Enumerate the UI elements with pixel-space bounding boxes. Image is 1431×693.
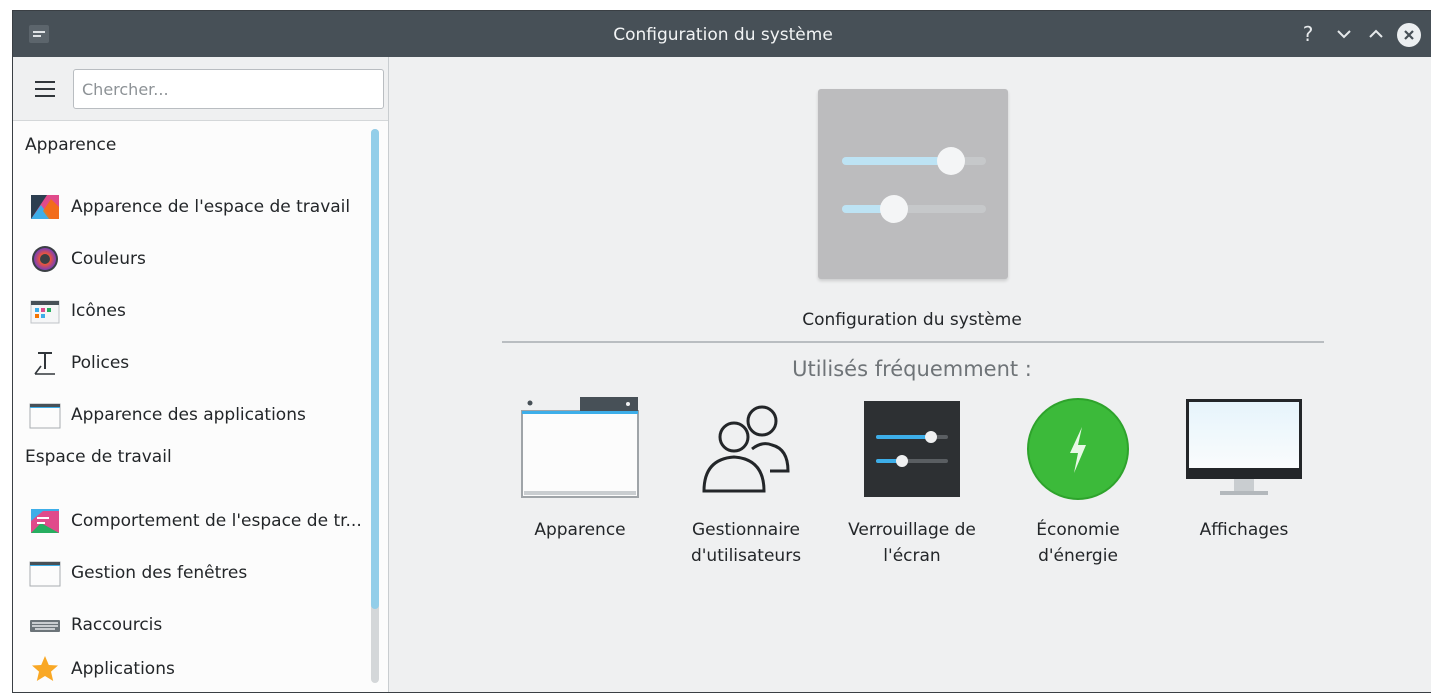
window-title: Configuration du système	[613, 25, 833, 45]
sidebar-item-label: Raccourcis	[71, 615, 163, 635]
hamburger-menu-icon[interactable]	[35, 81, 55, 97]
sidebar-item-colors[interactable]: Couleurs	[13, 237, 369, 281]
star-icon	[32, 656, 58, 681]
close-icon	[1404, 30, 1414, 40]
help-button[interactable]: ?	[1295, 21, 1321, 47]
users-icon	[702, 405, 790, 493]
sidebar: Apparence Apparence de l'espace de trava…	[13, 57, 389, 692]
icons-icon	[30, 300, 60, 324]
divider	[502, 341, 1324, 343]
system-settings-hero-icon	[818, 89, 1008, 279]
hero-caption: Configuration du système	[802, 310, 1022, 330]
title-bar[interactable]: Configuration du système ?	[13, 11, 1431, 57]
sidebar-item-label: Apparence de l'espace de travail	[71, 197, 351, 217]
frequent-item-label: Affichages	[1199, 520, 1289, 540]
sidebar-item-application-style[interactable]: Apparence des applications	[13, 393, 369, 437]
frequent-item-user-manager[interactable]: Gestionnaire d'utilisateurs	[661, 397, 831, 569]
frequent-item-screen-lock[interactable]: Verrouillage de l'écran	[827, 397, 997, 569]
sidebar-header	[13, 57, 388, 121]
sidebar-item-icons[interactable]: Icônes	[13, 289, 369, 333]
chevron-up-icon	[1369, 29, 1383, 38]
frequent-item-label: Verrouillage de l'écran	[848, 520, 976, 566]
sidebar-scrollbar-thumb[interactable]	[371, 129, 379, 609]
frequent-item-label: Apparence	[534, 520, 626, 540]
frequent-item-power-saving[interactable]: Économie d'énergie	[993, 397, 1163, 569]
sidebar-item-label: Icônes	[71, 301, 126, 321]
sidebar-item-window-management[interactable]: Gestion des fenêtres	[13, 551, 369, 595]
sliders-icon	[842, 147, 986, 223]
sidebar-item-label: Apparence des applications	[71, 405, 306, 425]
search-input[interactable]	[73, 69, 384, 109]
close-button[interactable]	[1397, 23, 1421, 47]
category-list: Apparence Apparence de l'espace de trava…	[13, 121, 388, 692]
window-management-icon	[29, 561, 61, 587]
display-monitor-icon	[1186, 399, 1302, 495]
minimize-button[interactable]	[1331, 21, 1357, 47]
frequent-item-appearance[interactable]: Apparence	[495, 397, 665, 543]
chevron-down-icon	[1337, 30, 1351, 39]
sidebar-item-label: Gestion des fenêtres	[71, 563, 248, 583]
sidebar-item-workspace-behavior[interactable]: Comportement de l'espace de tr...	[13, 499, 369, 543]
section-header-apparence: Apparence	[25, 135, 117, 155]
sidebar-item-fonts[interactable]: Polices	[13, 341, 369, 385]
workspace-theme-icon	[31, 195, 59, 219]
sidebar-item-workspace-theme[interactable]: Apparence de l'espace de travail	[13, 185, 369, 229]
appearance-window-icon	[521, 397, 639, 498]
frequent-item-displays[interactable]: Affichages	[1159, 397, 1329, 543]
maximize-button[interactable]	[1363, 21, 1389, 47]
application-style-icon	[29, 403, 61, 429]
power-lightning-icon	[1027, 398, 1129, 500]
workspace-behavior-icon	[31, 509, 59, 533]
sidebar-item-label: Applications	[71, 659, 175, 679]
sidebar-item-applications[interactable]: Applications	[13, 647, 369, 691]
sidebar-item-shortcuts[interactable]: Raccourcis	[13, 603, 369, 647]
system-settings-window: Configuration du système ? Apparence	[12, 10, 1431, 693]
sidebar-item-label: Couleurs	[71, 249, 146, 269]
frequent-item-label: Économie d'énergie	[1036, 520, 1120, 566]
fonts-icon	[34, 352, 55, 375]
sidebar-item-label: Comportement de l'espace de tr...	[71, 511, 362, 531]
sidebar-item-label: Polices	[71, 353, 130, 373]
screen-lock-sliders-icon	[864, 401, 960, 497]
main-panel: Configuration du système Utilisés fréque…	[390, 57, 1431, 692]
keyboard-icon	[30, 620, 60, 632]
frequent-item-label: Gestionnaire d'utilisateurs	[690, 520, 802, 566]
section-header-espace-de-travail: Espace de travail	[25, 447, 172, 467]
colors-icon	[32, 246, 58, 272]
frequently-used-title: Utilisés fréquemment :	[792, 357, 1032, 381]
